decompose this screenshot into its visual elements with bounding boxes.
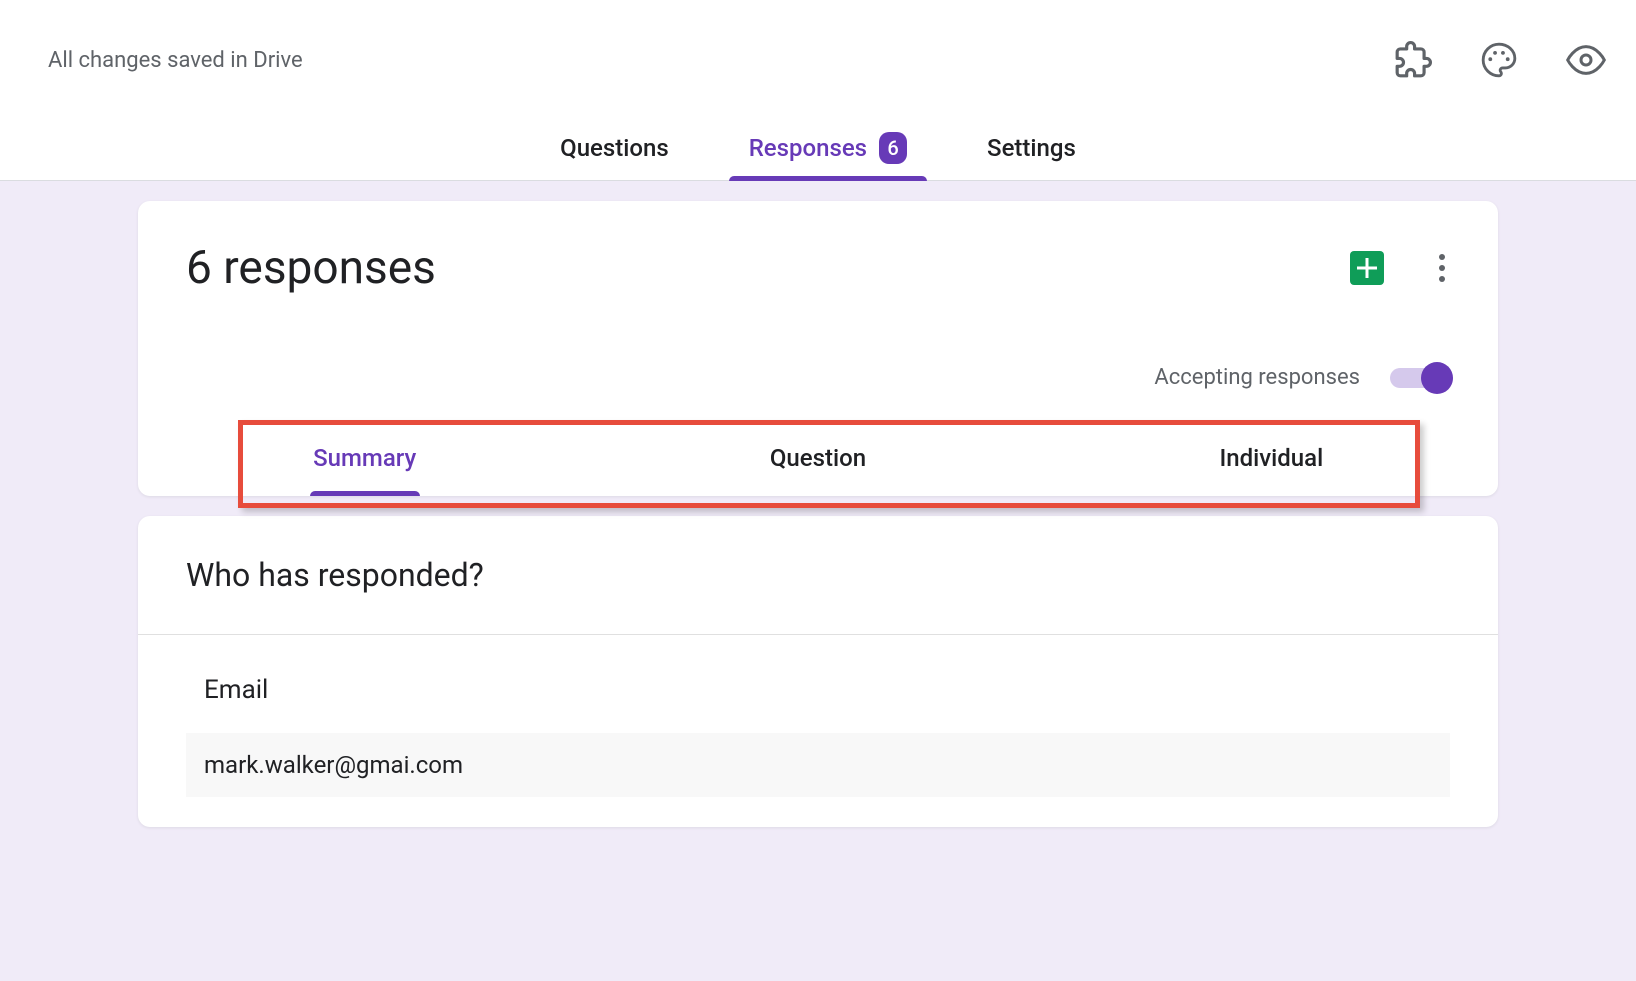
email-row: mark.walker@gmai.com [186, 733, 1450, 797]
tab-settings[interactable]: Settings [967, 120, 1096, 180]
subtab-summary[interactable]: Summary [138, 420, 591, 496]
preview-icon[interactable] [1566, 40, 1606, 80]
responses-title: 6 responses [186, 241, 436, 295]
tab-responses-label: Responses [749, 134, 867, 162]
subtab-question[interactable]: Question [591, 420, 1044, 496]
addons-icon[interactable] [1394, 41, 1432, 79]
palette-icon[interactable] [1480, 41, 1518, 79]
divider [138, 634, 1498, 635]
subtab-individual[interactable]: Individual [1045, 420, 1498, 496]
accepting-responses-label: Accepting responses [1154, 365, 1360, 390]
responded-card: Who has responded? Email mark.walker@gma… [138, 516, 1498, 827]
more-menu-icon[interactable] [1434, 249, 1450, 287]
email-column-label: Email [186, 675, 1450, 705]
accepting-responses-toggle[interactable] [1390, 368, 1450, 388]
save-status: All changes saved in Drive [48, 48, 303, 73]
tab-responses[interactable]: Responses 6 [729, 120, 927, 180]
responded-title: Who has responded? [186, 556, 1450, 594]
responses-card: 6 responses Accepting responses Summary … [138, 201, 1498, 496]
sheets-icon[interactable] [1350, 251, 1384, 285]
responses-count-badge: 6 [879, 132, 907, 164]
tab-questions[interactable]: Questions [540, 120, 689, 180]
